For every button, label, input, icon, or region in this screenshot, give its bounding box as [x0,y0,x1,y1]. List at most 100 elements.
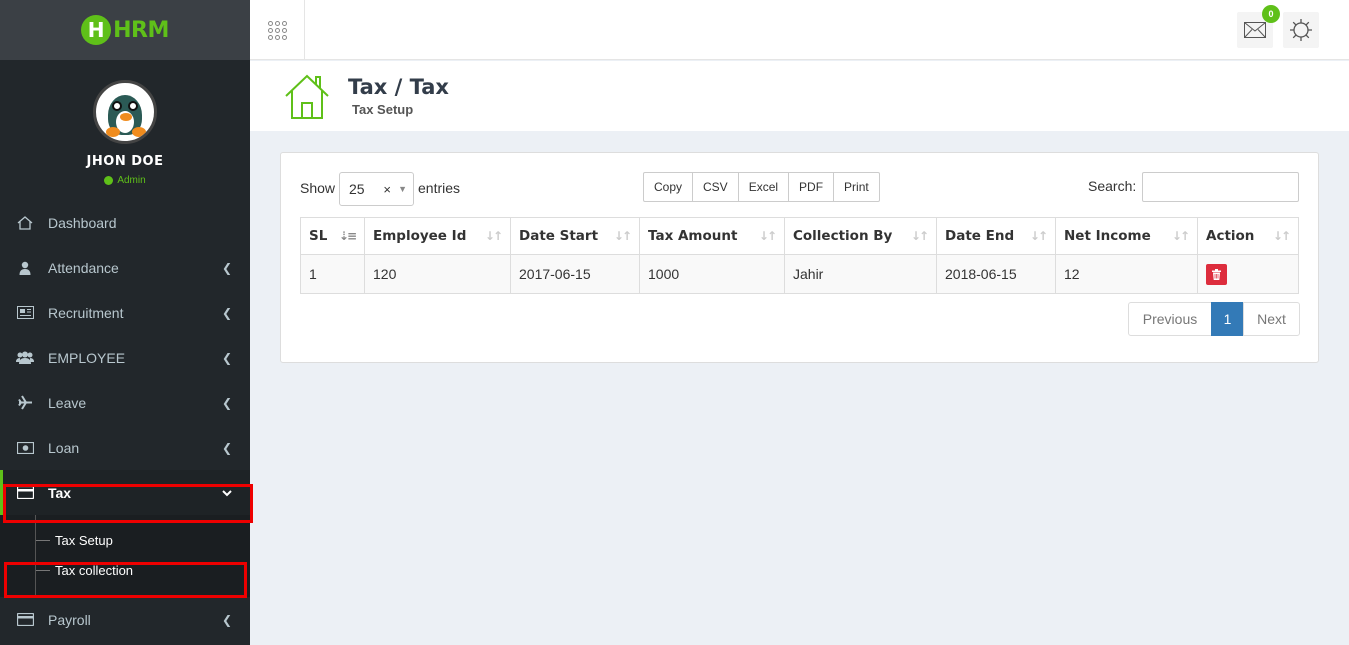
chevron-left-icon: ❮ [221,440,232,455]
tax-table-panel: Show 25 × ▼ entries Copy CSV Excel PDF P… [280,152,1319,363]
sidebar-item-loan[interactable]: Loan ❮ [0,425,250,470]
page-title: Tax / Tax [348,75,449,99]
user-role-label: Admin [117,175,146,186]
newspaper-icon [16,305,34,321]
sidebar-subitem-tax-collection[interactable]: Tax collection [0,555,250,585]
sort-icon: ↓↑ [1029,229,1048,243]
user-icon [16,260,34,276]
cell-collection-by: Jahir [784,254,937,294]
cell-date-end: 2018-06-15 [936,254,1056,294]
page-length-value: 25 [349,181,365,197]
sort-icon: ↓↑ [484,229,503,243]
show-label: Show [300,180,336,196]
sort-icon: ↓↑ [613,229,632,243]
pdf-button[interactable]: PDF [788,172,835,202]
sidebar-item-label: Attendance [48,259,119,276]
apps-grid-button[interactable] [250,0,305,60]
sidebar-item-employee[interactable]: EMPLOYEE ❮ [0,335,250,380]
cell-employee-id: 120 [364,254,511,294]
sidebar-menu: Dashboard Attendance ❮ Recruitment ❮ EMP… [0,200,250,642]
page-header: Tax / Tax Tax Setup [250,61,1349,131]
money-icon [16,440,34,456]
online-status-icon [104,176,114,185]
app-logo[interactable]: H HRM [81,15,169,45]
next-page-button[interactable]: Next [1243,302,1300,336]
sidebar-item-label: EMPLOYEE [48,349,126,366]
sidebar-item-recruitment[interactable]: Recruitment ❮ [0,290,250,335]
sidebar-item-label: Recruitment [48,304,124,321]
column-header-sl[interactable]: SL ⇣≡ [300,217,365,255]
plane-icon [16,395,34,411]
notification-badge: 0 [1262,5,1280,23]
users-icon [16,350,34,366]
sidebar-item-label: Leave [48,394,87,411]
tax-submenu: Tax Setup Tax collection [0,515,250,597]
caret-down-icon: ▼ [398,184,407,194]
chevron-left-icon: ❮ [221,395,232,410]
column-header-net-income[interactable]: Net Income ↓↑ [1055,217,1198,255]
sort-icon: ↓↑ [758,229,777,243]
chevron-left-icon: ❮ [221,305,232,320]
print-button[interactable]: Print [833,172,880,202]
entries-label: entries [418,180,461,196]
chevron-left-icon: ❮ [221,260,232,275]
delete-button[interactable] [1206,263,1227,285]
previous-page-button[interactable]: Previous [1128,302,1212,336]
page-subtitle: Tax Setup [352,102,414,117]
table-row: 1 120 2017-06-15 1000 Jahir 2018-06-15 1… [300,254,1299,294]
sort-icon: ↓↑ [1171,229,1190,243]
sidebar-item-label: Loan [48,439,80,456]
trash-icon [1212,268,1221,280]
sidebar-item-label: Payroll [48,611,91,628]
pagination: Previous 1 Next [1128,302,1300,336]
home-icon [284,73,330,124]
sidebar-item-payroll[interactable]: Payroll ❮ [0,597,250,642]
user-role: Admin [0,175,250,186]
chevron-left-icon: ❮ [221,350,232,365]
sidebar-item-tax[interactable]: Tax [0,470,250,515]
messages-button[interactable]: 0 [1237,5,1280,48]
sidebar-item-dashboard[interactable]: Dashboard [0,200,250,245]
user-name: JHON DOE [86,154,164,169]
column-header-date-start[interactable]: Date Start ↓↑ [510,217,640,255]
avatar [93,80,157,144]
credit-card-icon [16,485,34,501]
search-input[interactable] [1142,172,1299,202]
sidebar-item-attendance[interactable]: Attendance ❮ [0,245,250,290]
column-header-action[interactable]: Action ↓↑ [1197,217,1299,255]
grid-icon [267,20,287,40]
top-navbar: 0 [250,0,1349,60]
excel-button[interactable]: Excel [737,172,790,202]
column-header-date-end[interactable]: Date End ↓↑ [936,217,1056,255]
sidebar-item-leave[interactable]: Leave ❮ [0,380,250,425]
cell-action [1197,254,1299,294]
cell-sl: 1 [300,254,365,294]
logo-text: HRM [113,17,169,43]
table-header-row: SL ⇣≡ Employee Id ↓↑ Date Start ↓↑ Tax Amou… [300,217,1299,255]
clear-icon[interactable]: × [383,182,391,197]
credit-card-icon [16,612,34,628]
chevron-down-icon [222,486,232,500]
page-button-current[interactable]: 1 [1211,302,1244,336]
cell-date-start: 2017-06-15 [510,254,640,294]
sidebar-subitem-tax-setup[interactable]: Tax Setup [0,525,250,555]
csv-button[interactable]: CSV [692,172,739,202]
export-buttons: Copy CSV Excel PDF Print [643,172,880,202]
sort-asc-icon: ⇣≡ [338,229,357,243]
page-length-select[interactable]: 25 × ▼ [339,172,414,206]
chevron-left-icon: ❮ [221,612,232,627]
sidebar-item-label: Dashboard [48,214,117,231]
logo-bar: H HRM [0,0,250,60]
sort-icon: ↓↑ [1272,229,1291,243]
search-label: Search: [1088,178,1137,194]
column-header-employee-id[interactable]: Employee Id ↓↑ [364,217,511,255]
sort-icon: ↓↑ [910,229,929,243]
home-icon [16,215,34,231]
logo-mark: H [81,15,112,45]
column-header-collection-by[interactable]: Collection By ↓↑ [784,217,937,255]
tax-table: SL ⇣≡ Employee Id ↓↑ Date Start ↓↑ Tax Amou… [300,217,1299,294]
settings-button[interactable] [1283,12,1319,48]
envelope-icon [1244,22,1266,38]
column-header-tax-amount[interactable]: Tax Amount ↓↑ [639,217,785,255]
copy-button[interactable]: Copy [643,172,694,202]
